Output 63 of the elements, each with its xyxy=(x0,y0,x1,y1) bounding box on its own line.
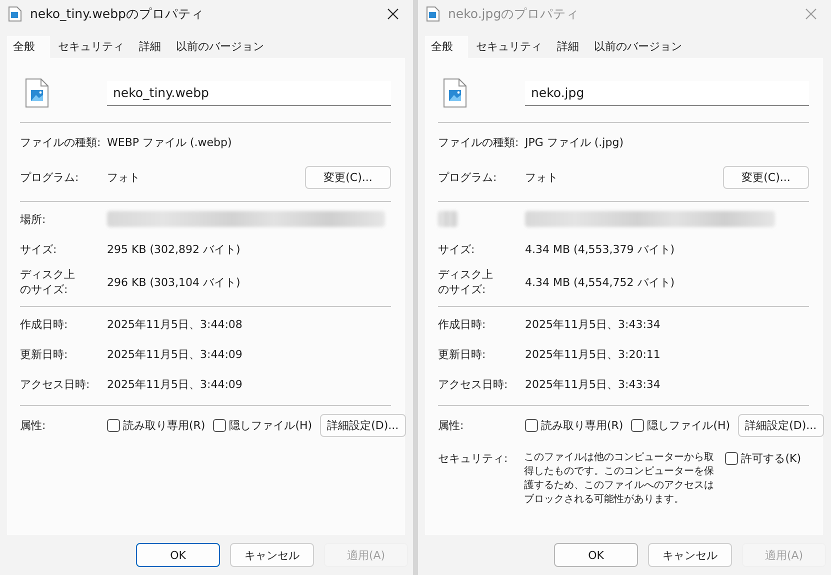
field-label: 更新日時: xyxy=(438,346,487,362)
field-label: サイズ: xyxy=(438,242,476,256)
tab[interactable]: 詳細 xyxy=(551,36,586,58)
field-label: ファイルの種類: xyxy=(438,135,520,150)
field-label: 作成日時: xyxy=(438,316,487,332)
checkbox[interactable]: 許可する(K) xyxy=(725,451,801,466)
field-value: 2025年11月5日、3:44:09 xyxy=(107,346,242,362)
advanced-button[interactable]: 詳細設定(D)... xyxy=(320,414,406,437)
change-button[interactable]: 変更(C)... xyxy=(305,166,391,189)
field-value: 2025年11月5日、3:43:34 xyxy=(525,376,660,392)
tab[interactable]: セキュリティ xyxy=(470,36,549,58)
tab[interactable]: 詳細 xyxy=(133,36,168,58)
checkbox[interactable]: 読み取り専用(R) xyxy=(107,418,206,433)
field-value: 296 KB (303,104 バイト) xyxy=(107,274,240,290)
field-label: アクセス日時: xyxy=(20,376,91,392)
field-label: アクセス日時: xyxy=(438,376,509,392)
checkbox[interactable]: 隠しファイル(H) xyxy=(631,418,730,433)
field-label: プログラム: xyxy=(20,170,80,185)
checkbox[interactable]: 隠しファイル(H) xyxy=(213,418,312,433)
dialog-button[interactable]: OK xyxy=(136,543,220,567)
field-label: 更新日時: xyxy=(20,346,69,362)
change-button[interactable]: 変更(C)... xyxy=(723,166,809,189)
field-label: 場所: xyxy=(20,212,47,226)
tab[interactable]: 全般 xyxy=(425,36,468,58)
field-label: セキュリティ: xyxy=(438,451,509,466)
file-name-field[interactable]: neko_tiny.webp xyxy=(107,80,391,106)
image-file-icon xyxy=(426,6,440,22)
advanced-button[interactable]: 詳細設定(D)... xyxy=(738,414,824,437)
field-value: フォト xyxy=(525,170,559,185)
field-value: 2025年11月5日、3:20:11 xyxy=(525,346,660,362)
security-warning: このファイルは他のコンピューターから取得したものです。このコンピューターを保護するため、このファイルへのアクセスはブロックされる可能性があります。 xyxy=(524,451,715,507)
field-label: ディスク上のサイズ: xyxy=(438,267,494,297)
field-label: 属性: xyxy=(438,418,465,433)
field-label: 作成日時: xyxy=(20,316,69,332)
field-label: 属性: xyxy=(20,418,47,433)
window-title: neko.jpgのプロパティ xyxy=(448,6,580,22)
field-label: プログラム: xyxy=(438,170,498,185)
field-label: ディスク上のサイズ: xyxy=(20,267,76,297)
dialog-button[interactable]: キャンセル xyxy=(230,543,314,567)
field-value: 4.34 MB (4,554,752 バイト) xyxy=(525,274,675,290)
dialog-button[interactable]: OK xyxy=(554,543,638,567)
field-value: フォト xyxy=(107,170,141,185)
field-label: ファイルの種類: xyxy=(20,135,102,150)
field-value: JPG ファイル (.jpg) xyxy=(525,135,624,150)
dialog-button[interactable]: キャンセル xyxy=(648,543,732,567)
image-file-icon xyxy=(25,78,49,108)
tab[interactable]: 以前のバージョン xyxy=(588,36,689,58)
image-file-icon xyxy=(443,78,467,108)
close-icon[interactable] xyxy=(387,8,399,20)
field-value: WEBP ファイル (.webp) xyxy=(107,135,232,150)
tab[interactable]: 全般 xyxy=(7,36,50,58)
tab[interactable]: 以前のバージョン xyxy=(170,36,271,58)
field-value: 2025年11月5日、3:43:34 xyxy=(525,316,660,332)
field-value: 2025年11月5日、3:44:09 xyxy=(107,376,242,392)
tab[interactable]: セキュリティ xyxy=(52,36,131,58)
image-file-icon xyxy=(8,6,22,22)
field-value: 4.34 MB (4,553,379 バイト) xyxy=(525,242,675,256)
checkbox[interactable]: 読み取り専用(R) xyxy=(525,418,624,433)
window-title: neko_tiny.webpのプロパティ xyxy=(30,6,205,22)
field-value: 295 KB (302,892 バイト) xyxy=(107,242,240,256)
field-label: サイズ: xyxy=(20,242,58,256)
field-value: 2025年11月5日、3:44:08 xyxy=(107,316,242,332)
file-name-field[interactable]: neko.jpg xyxy=(525,80,809,106)
